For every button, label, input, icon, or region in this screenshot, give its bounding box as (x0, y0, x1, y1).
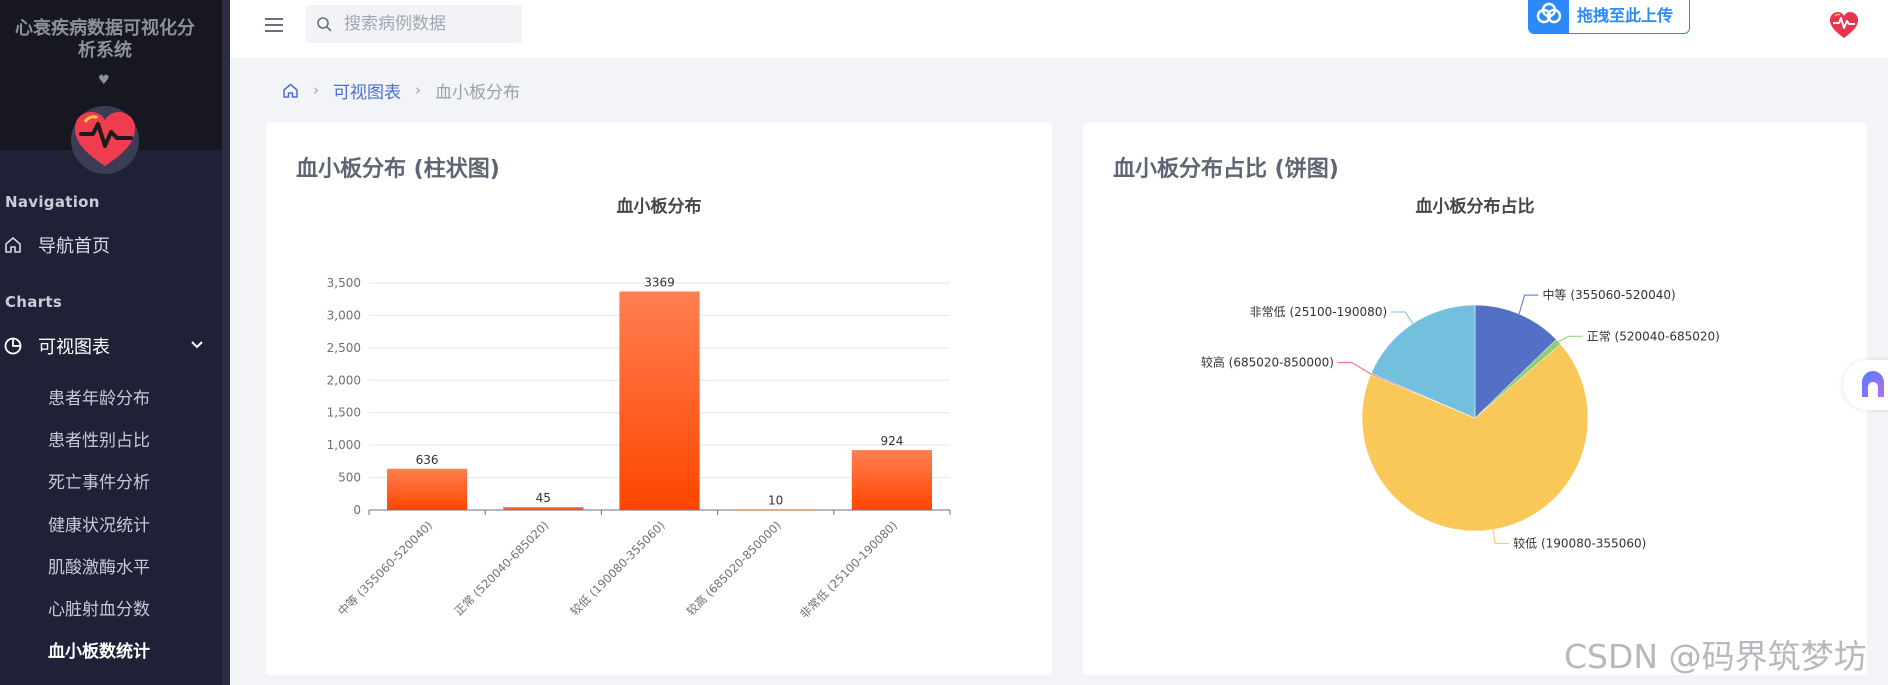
bar-value-label: 924 (880, 434, 903, 448)
cloud-upload-icon (1536, 2, 1562, 24)
pie-chart-title: 血小板分布占比 (1416, 196, 1535, 217)
sidebar: 心衰疾病数据可视化分析系统 ♥ Navigation 导航首页 Charts 可… (0, 0, 222, 685)
y-tick-label: 1,500 (327, 406, 361, 420)
pie-label-line (1558, 335, 1583, 343)
bar-value-label: 3369 (644, 275, 675, 289)
upload-label: 拖拽至此上传 (1577, 6, 1674, 25)
y-tick-label: 2,500 (327, 341, 361, 355)
breadcrumb-separator: › (313, 81, 319, 99)
breadcrumb-separator: › (415, 81, 421, 99)
sidebar-divider (222, 0, 230, 685)
bar-chart-card: 血小板分布 (柱状图) 血小板分布 0 500 1,000 1,500 2,000 2,50… (266, 123, 1052, 675)
pie-label-line (1518, 294, 1539, 315)
upload-icon-box (1529, 0, 1569, 33)
hamburger-icon[interactable] (264, 16, 284, 34)
nav-item-charts[interactable]: 可视图表 (0, 328, 222, 364)
bar-chart-title: 血小板分布 (617, 196, 702, 217)
upload-button[interactable]: 拖拽至此上传 (1528, 0, 1690, 34)
pie-slice-label: 中等 (355060-520040) (1543, 287, 1676, 302)
watermark: CSDN @码界筑梦坊 (1564, 637, 1867, 676)
bar-chart: 血小板分布 0 500 1,000 1,500 2,000 2,500 3,000 3,500 6… (327, 196, 951, 621)
sub-item-age[interactable]: 患者年龄分布 (48, 384, 150, 409)
assistant-icon (1862, 371, 1884, 397)
pie-label-line (1391, 311, 1414, 324)
pie-slice-label: 非常低 (25100-190080) (1250, 305, 1388, 319)
nav-section-navigation: Navigation (5, 193, 100, 211)
pie-label-line (1338, 362, 1372, 375)
search-icon (317, 17, 332, 32)
x-tick-label: 中等 (355060-520040) (335, 518, 435, 618)
breadcrumb: › 可视图表 › 血小板分布 (282, 78, 520, 103)
pie-chart-icon (4, 337, 22, 355)
search-input[interactable] (344, 10, 516, 38)
sub-item-cpk[interactable]: 肌酸激酶水平 (48, 553, 150, 578)
search-box (306, 5, 522, 43)
x-tick-label: 较低 (190080-355060) (568, 518, 668, 618)
bar (503, 507, 584, 510)
top-header: 拖拽至此上传 (230, 0, 1888, 58)
app-title: 心衰疾病数据可视化分析系统 (15, 18, 195, 61)
bar-value-label: 636 (416, 453, 439, 467)
home-icon (5, 237, 21, 253)
pie-slice-label: 较低 (190080-355060) (1513, 535, 1646, 550)
x-tick-label: 较高 (685020-850000) (684, 518, 784, 618)
bar (851, 450, 932, 510)
nav-item-home-label: 导航首页 (38, 236, 110, 257)
sub-item-health[interactable]: 健康状况统计 (48, 511, 150, 536)
bar (735, 509, 816, 511)
nav-item-home[interactable]: 导航首页 (0, 227, 222, 263)
pie-chart-card: 血小板分布占比 (饼图) 血小板分布占比 中等 (355060-520040) 正常… (1083, 123, 1867, 675)
home-icon[interactable] (282, 82, 299, 99)
pie-slice-label: 正常 (520040-685020) (1587, 329, 1720, 343)
heart-pulse-icon[interactable] (1828, 10, 1860, 40)
heart-logo-icon (71, 106, 139, 174)
chevron-down-icon[interactable] (190, 338, 204, 352)
bar (387, 468, 468, 510)
bar-value-label: 10 (768, 493, 783, 507)
y-tick-label: 500 (338, 471, 361, 485)
sub-item-death[interactable]: 死亡事件分析 (48, 468, 150, 493)
x-tick-label: 正常 (520040-685020) (451, 518, 551, 618)
nav-item-charts-label: 可视图表 (38, 337, 110, 358)
nav-section-charts: Charts (5, 293, 63, 311)
heart-small-icon: ♥ (98, 73, 110, 88)
pie-label-line (1492, 529, 1510, 544)
sub-item-ejection[interactable]: 心脏射血分数 (48, 595, 150, 620)
y-tick-label: 1,000 (327, 438, 361, 452)
assistant-button[interactable] (1843, 360, 1888, 410)
y-tick-label: 3,500 (327, 276, 361, 290)
bar-value-label: 45 (536, 491, 551, 505)
sub-item-platelets[interactable]: 血小板数统计 (48, 637, 150, 662)
pie-slice-label: 较高 (685020-850000) (1201, 355, 1334, 370)
y-tick-label: 3,000 (327, 308, 361, 322)
x-tick-label: 非常低 (25100-190080) (797, 518, 900, 621)
breadcrumb-current: 血小板分布 (435, 82, 520, 103)
pie-chart: 血小板分布占比中等 (355060-520040) 正常 (520040-6850… (1201, 196, 1720, 550)
breadcrumb-link-charts[interactable]: 可视图表 (333, 78, 401, 103)
bar (619, 291, 700, 510)
y-tick-label: 0 (353, 503, 361, 517)
y-tick-label: 2,000 (327, 373, 361, 387)
sub-item-gender[interactable]: 患者性别占比 (48, 426, 150, 451)
